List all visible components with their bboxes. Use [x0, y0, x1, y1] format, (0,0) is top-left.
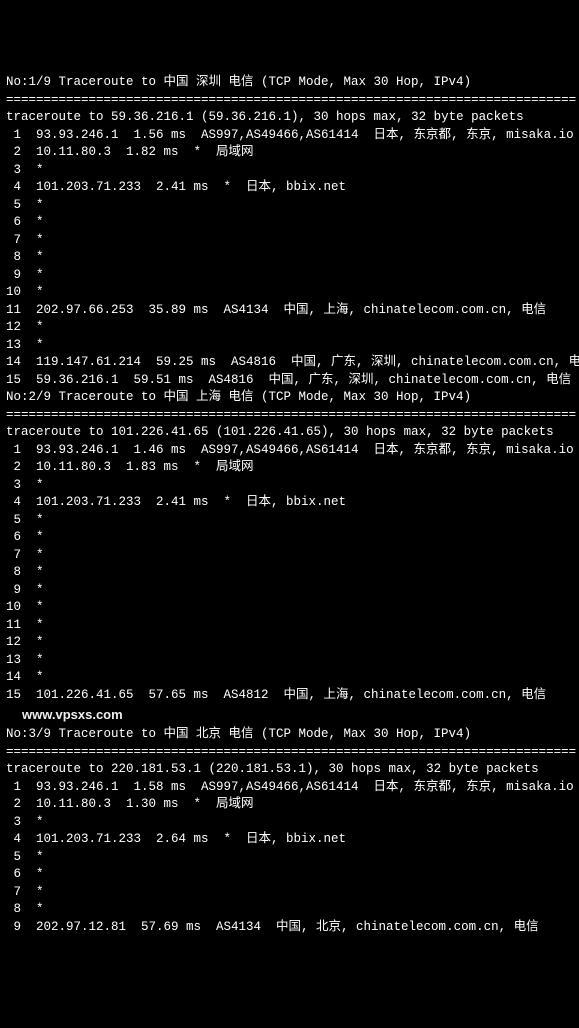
trace-hop: 4 101.203.71.233 2.64 ms * 日本, bbix.net: [6, 831, 573, 849]
trace-hop: 7 *: [6, 232, 573, 250]
trace-hop: 9 *: [6, 582, 573, 600]
trace-hop: 7 *: [6, 547, 573, 565]
watermark: www.vpsxs.com: [6, 704, 573, 726]
trace-hop: 5 *: [6, 849, 573, 867]
trace-hop: 8 *: [6, 249, 573, 267]
trace-hop: 4 101.203.71.233 2.41 ms * 日本, bbix.net: [6, 179, 573, 197]
trace-hop: 4 101.203.71.233 2.41 ms * 日本, bbix.net: [6, 494, 573, 512]
trace-summary: traceroute to 220.181.53.1 (220.181.53.1…: [6, 761, 573, 779]
trace-hop: 13 *: [6, 652, 573, 670]
trace-hop: 15 59.36.216.1 59.51 ms AS4816 中国, 广东, 深…: [6, 372, 573, 390]
trace-hop: 12 *: [6, 319, 573, 337]
trace-hop: 14 *: [6, 669, 573, 687]
trace-summary: traceroute to 101.226.41.65 (101.226.41.…: [6, 424, 573, 442]
trace-hop: 12 *: [6, 634, 573, 652]
trace-hop: 8 *: [6, 901, 573, 919]
trace-hop: 9 202.97.12.81 57.69 ms AS4134 中国, 北京, c…: [6, 919, 573, 937]
trace-header: No:2/9 Traceroute to 中国 上海 电信 (TCP Mode,…: [6, 389, 573, 407]
trace-hop: 2 10.11.80.3 1.30 ms * 局域网: [6, 796, 573, 814]
trace-hop: 5 *: [6, 197, 573, 215]
trace-hop: 3 *: [6, 162, 573, 180]
trace-hop: 3 *: [6, 477, 573, 495]
trace-separator: ========================================…: [6, 92, 573, 110]
trace-hop: 13 *: [6, 337, 573, 355]
trace-hop: 7 *: [6, 884, 573, 902]
trace-separator: ========================================…: [6, 407, 573, 425]
trace-hop: 2 10.11.80.3 1.82 ms * 局域网: [6, 144, 573, 162]
trace-hop: 1 93.93.246.1 1.58 ms AS997,AS49466,AS61…: [6, 779, 573, 797]
trace-hop: 10 *: [6, 599, 573, 617]
trace-header: No:3/9 Traceroute to 中国 北京 电信 (TCP Mode,…: [6, 726, 573, 744]
trace-hop: 15 101.226.41.65 57.65 ms AS4812 中国, 上海,…: [6, 687, 573, 705]
trace-hop: 5 *: [6, 512, 573, 530]
trace-summary: traceroute to 59.36.216.1 (59.36.216.1),…: [6, 109, 573, 127]
trace-hop: 6 *: [6, 529, 573, 547]
trace-hop: 2 10.11.80.3 1.83 ms * 局域网: [6, 459, 573, 477]
trace-hop: 11 202.97.66.253 35.89 ms AS4134 中国, 上海,…: [6, 302, 573, 320]
trace-hop: 10 *: [6, 284, 573, 302]
trace-hop: 6 *: [6, 214, 573, 232]
trace-hop: 1 93.93.246.1 1.56 ms AS997,AS49466,AS61…: [6, 127, 573, 145]
trace-hop: 3 *: [6, 814, 573, 832]
trace-hop: 9 *: [6, 267, 573, 285]
trace-hop: 1 93.93.246.1 1.46 ms AS997,AS49466,AS61…: [6, 442, 573, 460]
terminal-output: No:1/9 Traceroute to 中国 深圳 电信 (TCP Mode,…: [6, 74, 573, 936]
trace-hop: 8 *: [6, 564, 573, 582]
trace-header: No:1/9 Traceroute to 中国 深圳 电信 (TCP Mode,…: [6, 74, 573, 92]
trace-hop: 11 *: [6, 617, 573, 635]
trace-hop: 14 119.147.61.214 59.25 ms AS4816 中国, 广东…: [6, 354, 573, 372]
trace-hop: 6 *: [6, 866, 573, 884]
trace-separator: ========================================…: [6, 744, 573, 762]
